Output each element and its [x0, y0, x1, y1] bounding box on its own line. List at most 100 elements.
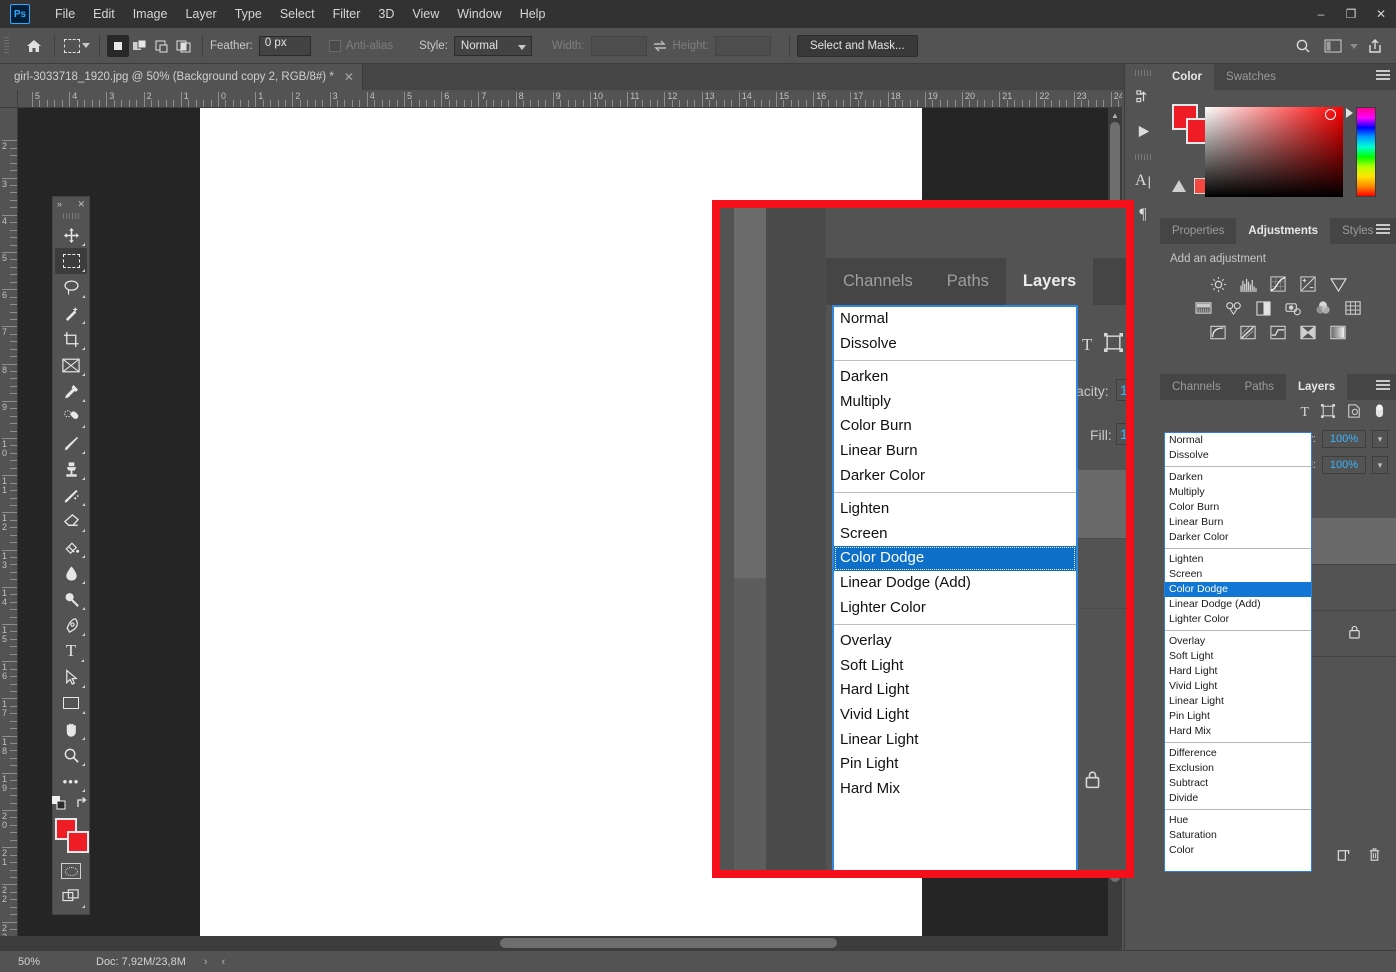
blend-mode-option[interactable]: Color Burn	[1165, 500, 1311, 515]
status-collapse-icon[interactable]: ‹	[222, 956, 226, 968]
panel-menu-icon[interactable]	[1376, 224, 1390, 236]
chevron-down-icon[interactable]: ▾	[1372, 430, 1388, 448]
levels-icon[interactable]	[1239, 275, 1257, 293]
brush-tool[interactable]	[55, 430, 87, 456]
menu-file[interactable]: File	[46, 3, 84, 25]
threshold-icon[interactable]	[1269, 323, 1287, 341]
black-white-icon[interactable]	[1254, 299, 1272, 317]
exposure-icon[interactable]	[1299, 275, 1317, 293]
blend-mode-option[interactable]: Linear Burn	[834, 439, 1076, 464]
hue-slider[interactable]	[1356, 107, 1376, 197]
smart-object-filter-icon[interactable]	[1104, 333, 1123, 357]
blend-mode-option[interactable]: Screen	[1165, 567, 1311, 582]
blend-mode-option[interactable]: Pin Light	[834, 752, 1076, 777]
vibrance-icon[interactable]	[1329, 275, 1347, 293]
blend-mode-option[interactable]: Screen	[834, 522, 1076, 547]
posterize-icon[interactable]	[1239, 323, 1257, 341]
panel-menu-icon[interactable]	[1376, 380, 1390, 392]
blend-mode-option[interactable]: Hard Light	[834, 678, 1076, 703]
vertical-ruler[interactable]: 234567891011121314151617181920212223	[0, 108, 18, 960]
blend-mode-option[interactable]: Linear Burn	[1165, 515, 1311, 530]
blend-mode-option[interactable]: Subtract	[1165, 776, 1311, 791]
tab-layers[interactable]: Layers	[1286, 374, 1347, 400]
blend-mode-option[interactable]: Darken	[1165, 470, 1311, 485]
frame-tool[interactable]	[55, 352, 87, 378]
new-layer-icon[interactable]	[1336, 847, 1351, 867]
panel-menu-icon[interactable]	[1376, 70, 1390, 82]
blend-mode-option[interactable]: Divide	[1165, 791, 1311, 806]
clone-stamp-tool[interactable]	[55, 456, 87, 482]
tool-preset-picker[interactable]	[62, 39, 92, 53]
blend-mode-option[interactable]: Lighter Color	[1165, 612, 1311, 627]
blend-mode-option[interactable]: Color Dodge	[1165, 582, 1311, 597]
blend-mode-option[interactable]: Linear Light	[1165, 694, 1311, 709]
blend-mode-option[interactable]: Overlay	[834, 629, 1076, 654]
blend-mode-option[interactable]: Multiply	[1165, 485, 1311, 500]
quick-mask-button[interactable]	[55, 858, 87, 884]
layer-row[interactable]	[1312, 518, 1396, 564]
actions-icon[interactable]	[1125, 114, 1161, 148]
blend-mode-option[interactable]: Hard Light	[1165, 664, 1311, 679]
menu-edit[interactable]: Edit	[84, 3, 124, 25]
layer-filter-toggle-icon[interactable]	[1373, 403, 1386, 424]
add-to-selection-button[interactable]	[129, 35, 151, 57]
new-selection-button[interactable]	[107, 35, 129, 57]
shape-layer-filter-icon[interactable]	[1321, 404, 1335, 423]
tab-swatches[interactable]: Swatches	[1214, 64, 1288, 90]
zoom-level[interactable]: 50%	[0, 956, 58, 968]
workspace-icon[interactable]	[1320, 34, 1346, 58]
intersect-with-selection-button[interactable]	[173, 35, 195, 57]
blend-mode-option[interactable]: Overlay	[1165, 634, 1311, 649]
blend-mode-option[interactable]: Color Dodge	[834, 546, 1076, 571]
blend-mode-option[interactable]: Hard Mix	[1165, 724, 1311, 739]
fill-value[interactable]: 100%	[1322, 456, 1366, 474]
blend-mode-option[interactable]: Multiply	[834, 390, 1076, 415]
dock-grip[interactable]	[1135, 154, 1151, 160]
lock-icon[interactable]	[1084, 770, 1101, 794]
pen-tool[interactable]	[55, 612, 87, 638]
spectrum-cursor[interactable]	[1325, 109, 1336, 120]
blend-mode-dropdown[interactable]: NormalDissolveDarkenMultiplyColor BurnLi…	[1164, 432, 1312, 872]
style-select[interactable]: Normal	[454, 36, 532, 56]
default-colors-icon[interactable]	[52, 796, 66, 815]
callout-blend-mode-dropdown[interactable]: NormalDissolveDarkenMultiplyColor BurnLi…	[832, 305, 1078, 870]
menu-layer[interactable]: Layer	[176, 3, 225, 25]
blend-mode-option[interactable]: Saturation	[1165, 828, 1311, 843]
curves-icon[interactable]	[1269, 275, 1287, 293]
history-brush-tool[interactable]	[55, 482, 87, 508]
text-layer-filter-icon[interactable]: T	[1300, 405, 1309, 421]
spot-healing-brush-tool[interactable]	[55, 404, 87, 430]
eraser-tool[interactable]	[55, 508, 87, 534]
type-tool[interactable]: T	[55, 638, 87, 664]
tab-paths[interactable]: Paths	[1233, 374, 1286, 400]
text-layer-filter-icon[interactable]: T	[1082, 335, 1092, 355]
gradient-tool[interactable]	[55, 534, 87, 560]
hue-saturation-icon[interactable]	[1194, 299, 1212, 317]
search-icon[interactable]	[1290, 34, 1316, 58]
horizontal-ruler[interactable]: 5432101234567891011121314151617181920212…	[18, 90, 1122, 108]
close-icon[interactable]: ✕	[77, 200, 85, 209]
blur-tool[interactable]	[55, 560, 87, 586]
width-input[interactable]	[591, 36, 647, 56]
collapse-icon[interactable]: »	[57, 200, 62, 209]
tab-properties[interactable]: Properties	[1160, 218, 1236, 244]
channel-mixer-icon[interactable]	[1314, 299, 1332, 317]
screen-mode-button[interactable]	[55, 884, 87, 910]
menu-filter[interactable]: Filter	[324, 3, 370, 25]
tab-color[interactable]: Color	[1160, 64, 1214, 90]
layer-row[interactable]	[1312, 611, 1396, 656]
menu-help[interactable]: Help	[511, 3, 555, 25]
blend-mode-option[interactable]: Color Burn	[834, 414, 1076, 439]
lasso-tool[interactable]	[55, 274, 87, 300]
menu-window[interactable]: Window	[448, 3, 510, 25]
anti-alias-checkbox[interactable]	[329, 40, 341, 52]
document-tab[interactable]: girl-3033718_1920.jpg @ 50% (Background …	[0, 64, 363, 90]
minimize-button[interactable]: –	[1306, 0, 1336, 28]
height-input[interactable]	[715, 36, 771, 56]
brightness-contrast-icon[interactable]	[1209, 275, 1227, 293]
gradient-map-icon[interactable]	[1329, 323, 1347, 341]
blend-mode-option[interactable]: Soft Light	[834, 654, 1076, 679]
blend-mode-option[interactable]: Hard Mix	[834, 777, 1076, 802]
chevron-down-icon[interactable]: ▾	[1372, 456, 1388, 474]
callout-tab-layers[interactable]: Layers	[1006, 258, 1093, 305]
